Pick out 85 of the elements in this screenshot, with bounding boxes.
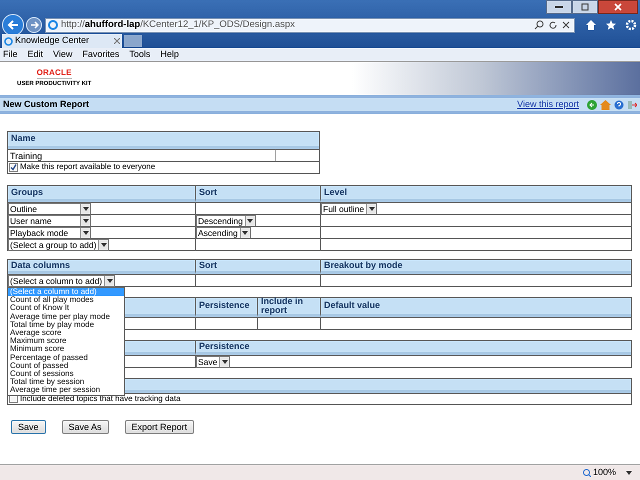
arrow-right-icon bbox=[30, 21, 38, 29]
zoom-icon bbox=[582, 468, 591, 476]
restore-button[interactable] bbox=[572, 0, 598, 14]
refresh-icon[interactable] bbox=[549, 20, 558, 30]
caret-icon bbox=[80, 216, 90, 226]
back-button[interactable] bbox=[2, 14, 24, 36]
persistence-select[interactable]: Save bbox=[196, 356, 230, 368]
restore-icon bbox=[581, 3, 589, 11]
browser-tab[interactable]: Knowledge Center bbox=[2, 34, 122, 48]
column-header: Sort bbox=[196, 260, 321, 274]
table-header: Name bbox=[8, 132, 319, 148]
close-button[interactable] bbox=[598, 0, 638, 14]
home-icon[interactable] bbox=[585, 19, 597, 31]
caret-icon bbox=[366, 204, 376, 214]
search-icon[interactable] bbox=[534, 20, 544, 30]
column-header: Persistence bbox=[196, 340, 631, 354]
group-select[interactable]: Playback mode bbox=[8, 226, 91, 239]
dropdown-option[interactable]: Count of all play modes bbox=[8, 296, 124, 304]
level-select[interactable]: Full outline bbox=[321, 202, 378, 215]
column-header: Groups bbox=[8, 186, 196, 202]
share-label: Make this report available to everyone bbox=[20, 161, 156, 173]
caret-icon bbox=[80, 228, 90, 238]
dropdown-option[interactable]: Average time per play mode bbox=[8, 312, 124, 321]
caret-icon[interactable] bbox=[626, 470, 632, 474]
menu-item[interactable]: Tools bbox=[129, 48, 150, 62]
dropdown-option[interactable]: Average time per session bbox=[8, 386, 124, 395]
logout-icon[interactable] bbox=[627, 100, 637, 110]
caret-icon bbox=[244, 216, 255, 226]
group-select[interactable]: Outline bbox=[8, 202, 91, 215]
column-header: Persistence bbox=[196, 298, 258, 316]
dropdown-option[interactable]: Count of passed bbox=[8, 362, 124, 370]
action-button[interactable]: Export Report bbox=[124, 420, 194, 434]
arrow-left-icon bbox=[7, 20, 19, 30]
caret-icon bbox=[219, 356, 230, 367]
caret-icon bbox=[98, 240, 108, 250]
sort-select[interactable]: Descending bbox=[196, 214, 256, 227]
view-report-link[interactable]: View this report bbox=[517, 98, 579, 112]
menu-item[interactable]: Edit bbox=[28, 48, 44, 62]
minimize-icon bbox=[555, 6, 563, 8]
dropdown-option[interactable]: Minimum score bbox=[8, 345, 124, 354]
url-text: http://ahufford-lap/KCenter12_1/KP_ODS/Design.aspx bbox=[61, 18, 296, 32]
column-header: Default value bbox=[321, 298, 631, 316]
back-icon[interactable] bbox=[587, 100, 597, 110]
menu-item[interactable]: File bbox=[3, 48, 18, 62]
dropdown-option[interactable]: Percentage of passed bbox=[8, 354, 124, 362]
help-icon[interactable] bbox=[614, 100, 624, 110]
dropdown-option[interactable]: Total time by play mode bbox=[8, 320, 124, 330]
action-button[interactable]: Save bbox=[11, 420, 46, 434]
menu-item[interactable]: View bbox=[53, 48, 72, 62]
deleted-topics-label: Include deleted topics that have tracking data bbox=[20, 394, 181, 404]
forward-button[interactable] bbox=[26, 17, 42, 33]
stop-icon[interactable] bbox=[562, 21, 570, 29]
menu-item[interactable]: Favorites bbox=[82, 48, 120, 62]
caret-icon bbox=[240, 228, 250, 238]
dropdown-option[interactable]: Maximum score bbox=[8, 337, 124, 346]
dropdown-option[interactable]: Average score bbox=[8, 329, 124, 338]
column-select[interactable]: (Select a column to add) bbox=[8, 274, 116, 287]
close-icon bbox=[614, 3, 622, 11]
column-header: Data columns bbox=[8, 260, 196, 274]
dropdown-option[interactable]: Count of sessions bbox=[8, 370, 124, 378]
star-icon[interactable] bbox=[605, 19, 617, 31]
minimize-button[interactable] bbox=[546, 0, 572, 14]
sort-select[interactable]: Ascending bbox=[196, 226, 251, 239]
name-field[interactable]: Training bbox=[8, 150, 276, 160]
group-select[interactable]: User name bbox=[8, 214, 91, 227]
caret-icon bbox=[80, 204, 90, 214]
caret-icon bbox=[104, 276, 114, 286]
column-header: Breakout by mode bbox=[321, 260, 631, 274]
page-title: New Custom Report bbox=[3, 98, 90, 111]
address-bar[interactable]: http://ahufford-lap/KCenter12_1/KP_ODS/Design.aspx bbox=[45, 18, 575, 32]
browser-icon bbox=[4, 36, 13, 46]
column-header: Level bbox=[321, 186, 631, 202]
logo: ORACLE bbox=[36, 69, 72, 79]
menu-item[interactable]: Help bbox=[160, 48, 179, 62]
column-header: Sort bbox=[196, 186, 321, 202]
close-icon[interactable] bbox=[114, 38, 120, 44]
checkbox[interactable] bbox=[9, 162, 18, 172]
group-select[interactable]: (Select a group to add) bbox=[8, 238, 110, 251]
column-header: Include in report bbox=[258, 298, 321, 316]
browser-icon bbox=[48, 20, 58, 30]
dropdown-option[interactable]: Count of Know It bbox=[8, 304, 124, 313]
dropdown-option[interactable]: Total time by session bbox=[8, 378, 124, 386]
action-button[interactable]: Save As bbox=[62, 420, 109, 434]
settings-icon[interactable] bbox=[625, 19, 637, 31]
zoom-level[interactable]: 100% bbox=[592, 466, 616, 480]
